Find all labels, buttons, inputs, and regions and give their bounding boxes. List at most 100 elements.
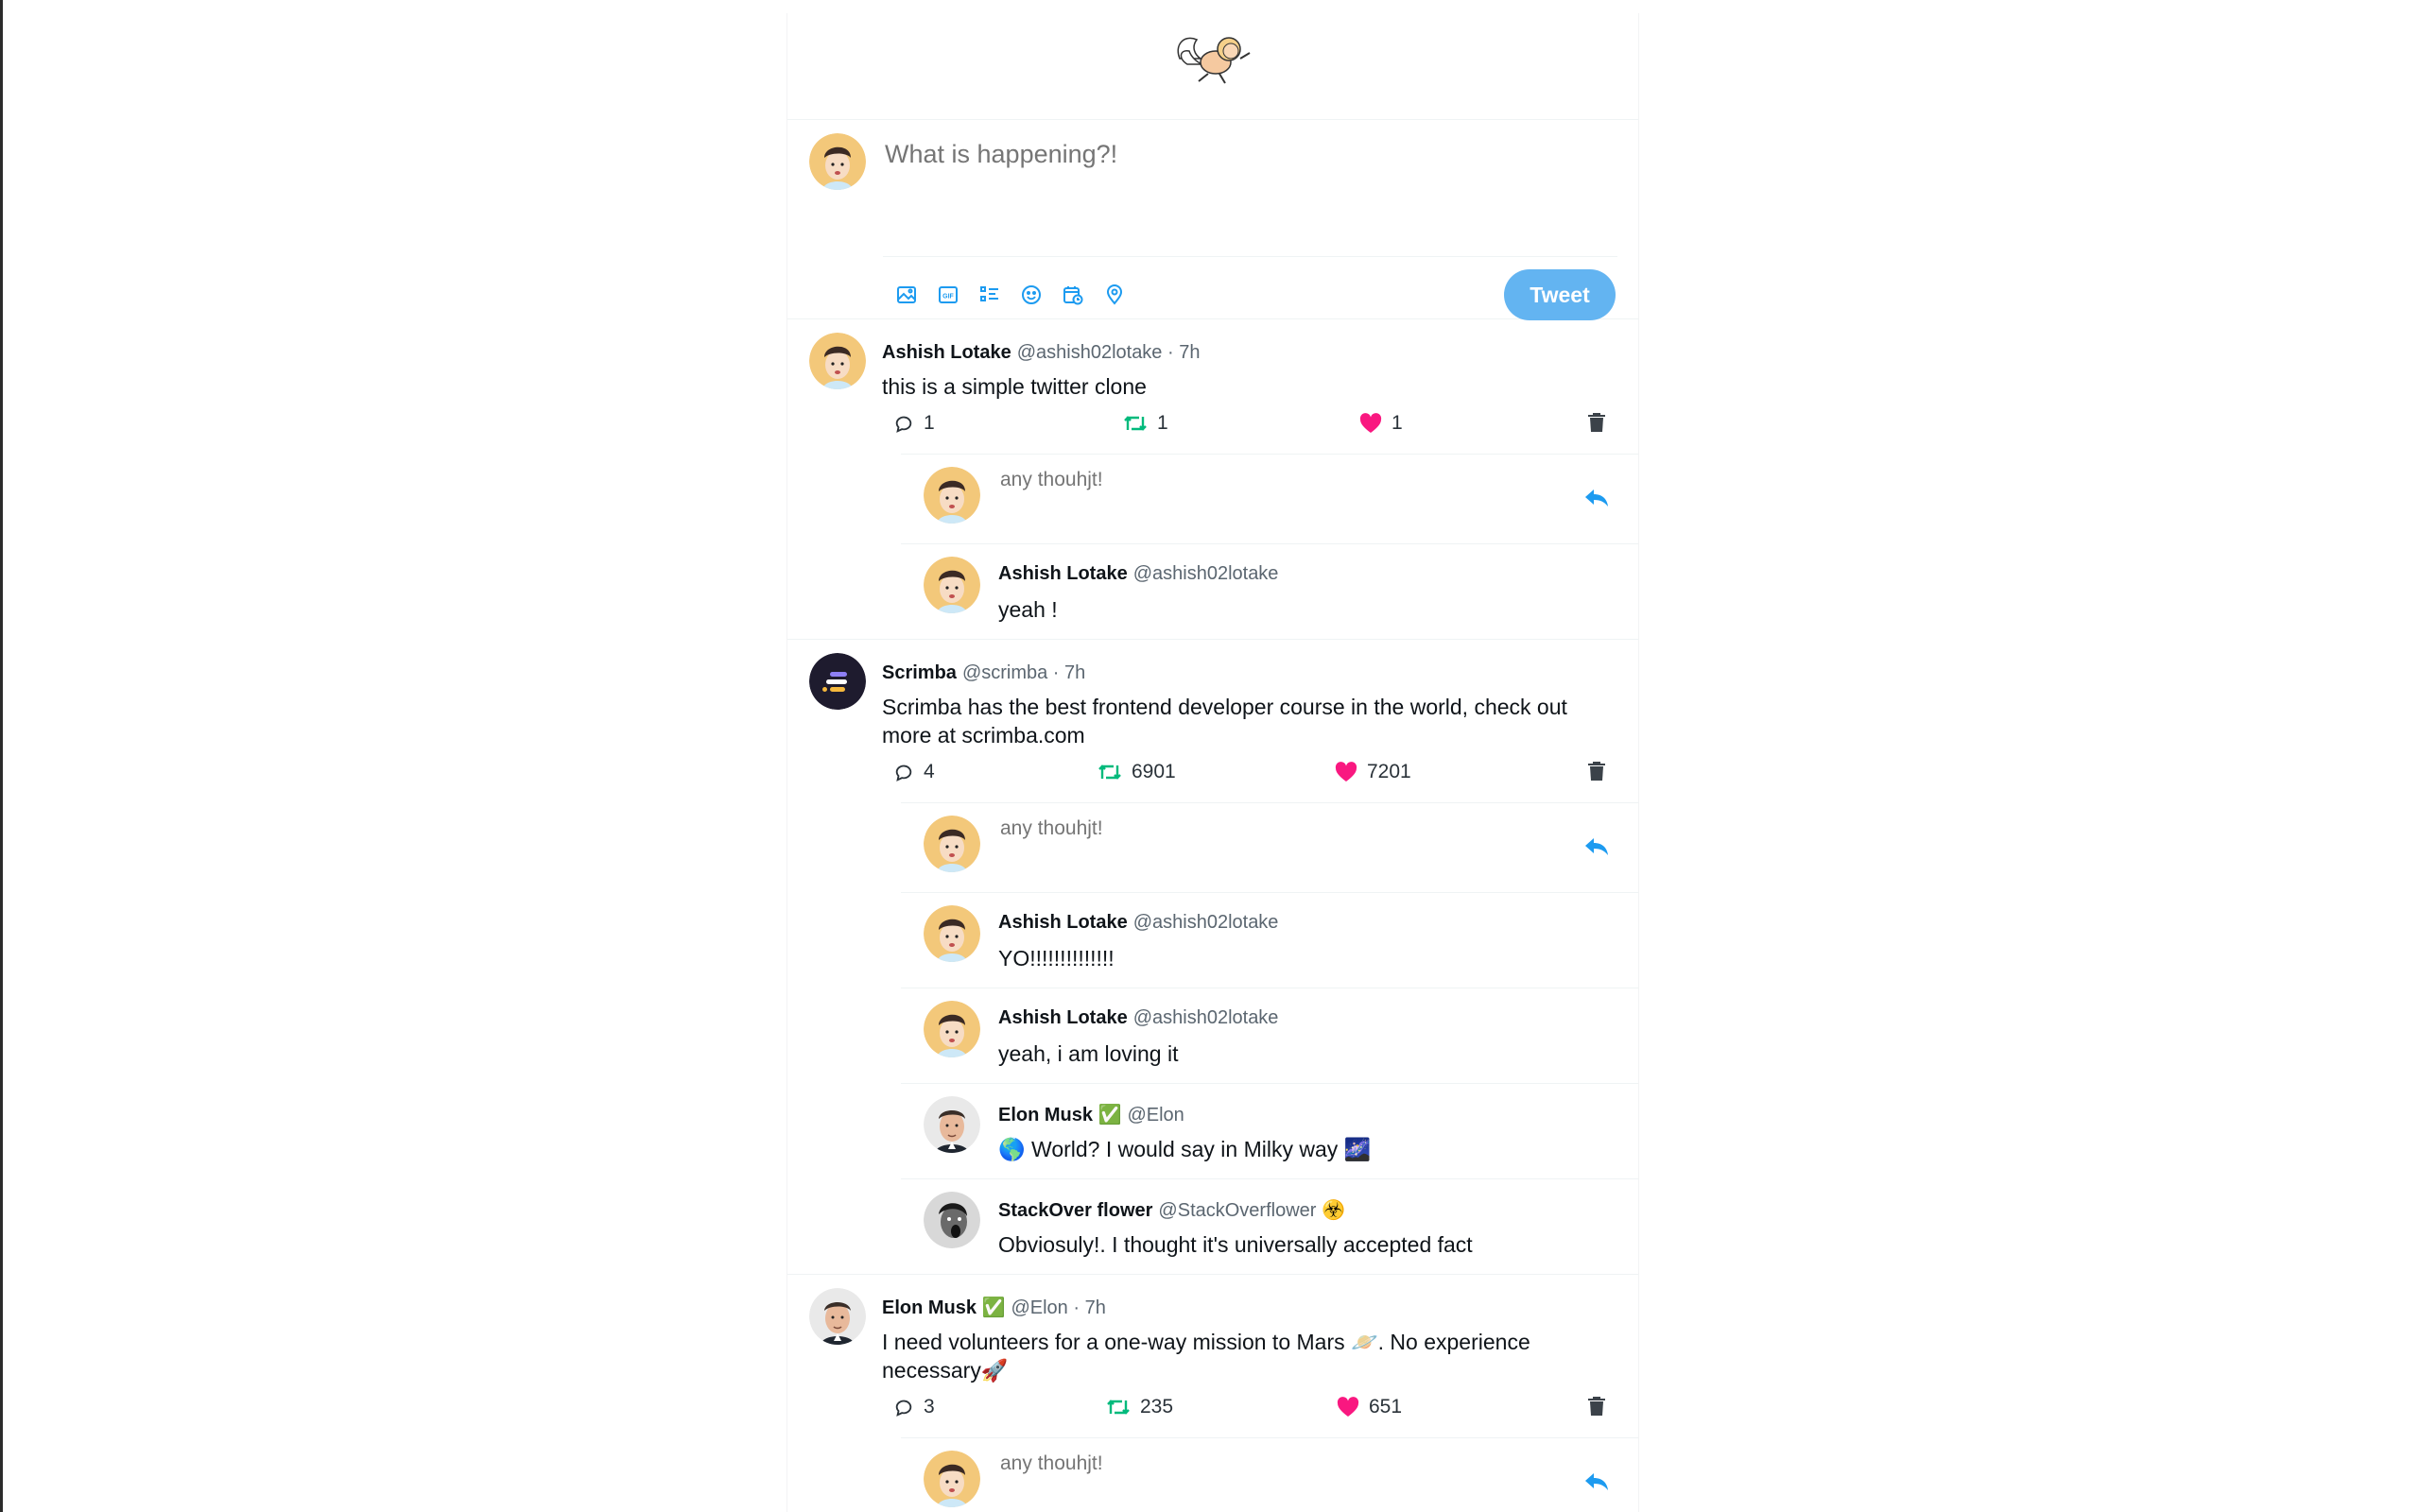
compose-input[interactable] xyxy=(883,139,1605,170)
heart-icon xyxy=(1337,1397,1359,1417)
tweet: Scrimba @scrimba · 7h Scrimba has the bes… xyxy=(787,640,1638,1275)
reply-send-icon[interactable] xyxy=(1583,487,1610,514)
tweet-text: I need volunteers for a one-way mission … xyxy=(882,1330,1530,1383)
reply-button[interactable]: 3 xyxy=(893,1396,935,1418)
compose-box: GIF Tweet xyxy=(787,120,1638,320)
reply-input[interactable] xyxy=(998,468,1475,492)
reply-author-handle: @ashish02lotake xyxy=(1132,1007,1279,1028)
retweet-icon xyxy=(1098,765,1121,780)
reply-author-name[interactable]: Ashish Lotake xyxy=(998,563,1128,584)
avatar[interactable] xyxy=(924,1096,980,1153)
divider xyxy=(883,256,1617,257)
author-handle: @scrimba · 7h xyxy=(961,662,1086,683)
reply-text: Obviosuly!. I thought it's universally a… xyxy=(998,1232,1473,1257)
tweet-text: this is a simple twitter clone xyxy=(882,374,1147,399)
comment-icon xyxy=(895,1400,912,1417)
retweet-button[interactable]: 6901 xyxy=(1098,761,1176,783)
compose-toolbar: GIF xyxy=(892,281,1129,309)
reply-author-name[interactable]: Ashish Lotake xyxy=(998,912,1128,933)
reply-text: yeah ! xyxy=(998,597,1058,622)
image-icon[interactable] xyxy=(892,281,921,309)
reply-count: 4 xyxy=(924,761,935,782)
avatar[interactable] xyxy=(924,1192,980,1248)
reply-author-handle: @ashish02lotake xyxy=(1132,563,1279,584)
trash-icon xyxy=(1588,762,1605,781)
avatar xyxy=(924,467,980,524)
reply-author-name[interactable]: StackOver flower xyxy=(998,1200,1152,1221)
location-icon[interactable] xyxy=(1100,281,1129,309)
reply-author-name[interactable]: Elon Musk ✅ xyxy=(998,1105,1121,1125)
author-name[interactable]: Elon Musk ✅ xyxy=(882,1297,1005,1318)
delete-button[interactable] xyxy=(1587,412,1606,433)
reply-send-icon[interactable] xyxy=(1583,835,1610,863)
author-name[interactable]: Ashish Lotake xyxy=(882,342,1011,363)
reply-text: yeah, i am loving it xyxy=(998,1041,1179,1066)
retweet-icon xyxy=(1124,416,1147,431)
logo-bar xyxy=(787,13,1638,120)
avatar xyxy=(924,816,980,872)
poll-icon[interactable] xyxy=(976,281,1004,309)
like-button[interactable]: 7201 xyxy=(1335,761,1411,783)
reply-text: 🌎 World? I would say in Milky way 🌌 xyxy=(998,1137,1372,1161)
reply-button[interactable]: 4 xyxy=(893,761,935,783)
delete-button[interactable] xyxy=(1587,1396,1606,1417)
trash-icon xyxy=(1588,1397,1605,1416)
avatar[interactable] xyxy=(809,1288,866,1345)
retweet-button[interactable]: 235 xyxy=(1106,1396,1173,1418)
comment-icon xyxy=(895,765,912,782)
like-button[interactable]: 1 xyxy=(1359,412,1403,435)
avatar[interactable] xyxy=(924,1001,980,1057)
like-count: 7201 xyxy=(1367,761,1411,782)
window-edge xyxy=(0,0,3,1512)
avatar xyxy=(809,133,866,190)
reply-composer xyxy=(901,455,1638,544)
retweet-button[interactable]: 1 xyxy=(1123,412,1168,435)
like-count: 1 xyxy=(1392,412,1403,434)
tweet-button[interactable]: Tweet xyxy=(1504,269,1616,320)
reply-author-handle: @StackOverflower ☣️ xyxy=(1158,1200,1345,1221)
tweet: Ashish Lotake @ashish02lotake · 7h this i… xyxy=(787,319,1638,640)
author-handle: @ashish02lotake · 7h xyxy=(1016,342,1201,363)
comment-icon xyxy=(895,416,912,433)
like-button[interactable]: 651 xyxy=(1337,1396,1402,1418)
reply: Ashish Lotake @ashish02lotake yeah, i am … xyxy=(901,988,1638,1084)
avatar[interactable] xyxy=(809,333,866,389)
heart-icon xyxy=(1335,762,1357,782)
tweet-actions: 3 235 651 xyxy=(882,1396,1605,1437)
reply-button[interactable]: 1 xyxy=(893,412,935,435)
reply-send-icon[interactable] xyxy=(1583,1470,1610,1498)
author-handle: @Elon · 7h xyxy=(1011,1297,1106,1318)
reply-input[interactable] xyxy=(998,816,1475,841)
trash-icon xyxy=(1588,413,1605,432)
tweet-actions: 4 6901 7201 xyxy=(882,761,1605,802)
gif-icon[interactable]: GIF xyxy=(934,281,962,309)
svg-text:GIF: GIF xyxy=(942,294,954,301)
reply-composer xyxy=(901,803,1638,893)
reply-author-handle: @ashish02lotake xyxy=(1132,912,1279,933)
avatar[interactable] xyxy=(809,653,866,710)
author-name[interactable]: Scrimba xyxy=(882,662,957,683)
reply: Ashish Lotake @ashish02lotake yeah ! xyxy=(901,544,1638,639)
retweet-count: 1 xyxy=(1157,412,1168,434)
reply: StackOver flower @StackOverflower ☣️ Obvi… xyxy=(901,1179,1638,1274)
tweet-actions: 1 1 1 xyxy=(882,412,1605,454)
avatar[interactable] xyxy=(924,905,980,962)
cupid-logo-icon xyxy=(1177,37,1251,84)
feed: GIF Tweet Ashish Lotake@ashish02lotake ·… xyxy=(786,13,1639,1512)
emoji-icon[interactable] xyxy=(1017,281,1046,309)
retweet-count: 235 xyxy=(1140,1396,1174,1418)
schedule-icon[interactable] xyxy=(1059,281,1087,309)
reply-composer xyxy=(901,1438,1638,1512)
reply-text: YO!!!!!!!!!!!!!! xyxy=(998,946,1115,971)
reply-count: 3 xyxy=(924,1396,935,1418)
reply-author-handle: @Elon xyxy=(1127,1105,1184,1125)
tweet-text: Scrimba has the best frontend developer … xyxy=(882,695,1567,747)
retweet-icon xyxy=(1107,1400,1130,1415)
reply-input[interactable] xyxy=(998,1452,1475,1476)
retweet-count: 6901 xyxy=(1132,761,1176,782)
reply-author-name[interactable]: Ashish Lotake xyxy=(998,1007,1128,1028)
delete-button[interactable] xyxy=(1587,761,1606,782)
reply-count: 1 xyxy=(924,412,935,434)
avatar[interactable] xyxy=(924,557,980,613)
avatar xyxy=(924,1451,980,1507)
